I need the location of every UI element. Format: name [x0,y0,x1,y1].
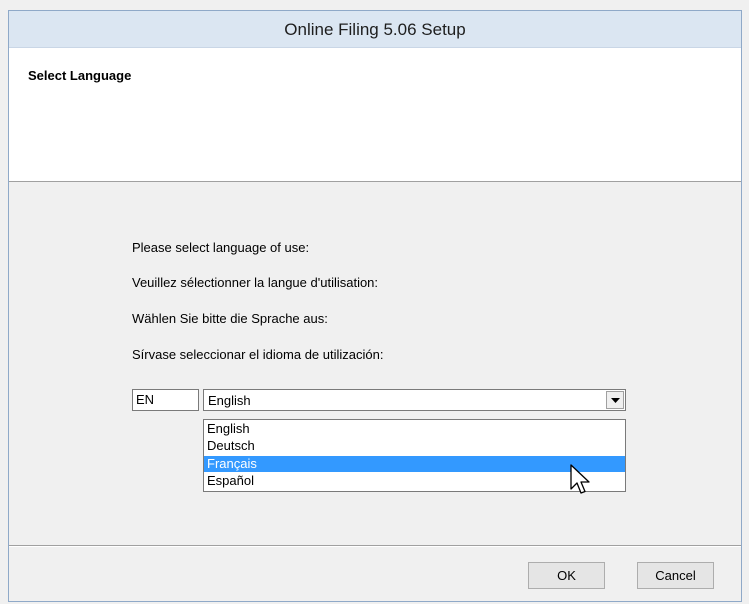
page-title: Select Language [28,68,132,83]
language-select[interactable]: English [203,389,626,411]
dropdown-button[interactable] [606,391,624,409]
header-panel: Select Language [9,48,741,182]
mouse-pointer-icon [570,464,590,494]
setup-window: Online Filing 5.06 Setup Select Language… [8,10,742,602]
title-bar[interactable]: Online Filing 5.06 Setup [9,11,741,48]
language-code-field: EN [132,389,199,411]
option-english[interactable]: English [204,421,625,437]
prompt-german: Wählen Sie bitte die Sprache aus: [132,311,328,326]
language-options-list: English Deutsch Français Español [203,419,626,492]
prompt-english: Please select language of use: [132,240,310,255]
cancel-button[interactable]: Cancel [637,562,714,589]
footer-divider [9,545,741,547]
option-francais[interactable]: Français [204,456,625,472]
chevron-down-icon [611,398,620,403]
window-title: Online Filing 5.06 Setup [284,20,466,39]
ok-button[interactable]: OK [528,562,605,589]
option-espanol[interactable]: Español [204,473,625,489]
prompt-french: Veuillez sélectionner la langue d'utilis… [132,275,379,290]
prompt-spanish: Sírvase seleccionar el idioma de utiliza… [132,347,384,362]
option-deutsch[interactable]: Deutsch [204,438,625,454]
language-select-value: English [208,393,251,408]
